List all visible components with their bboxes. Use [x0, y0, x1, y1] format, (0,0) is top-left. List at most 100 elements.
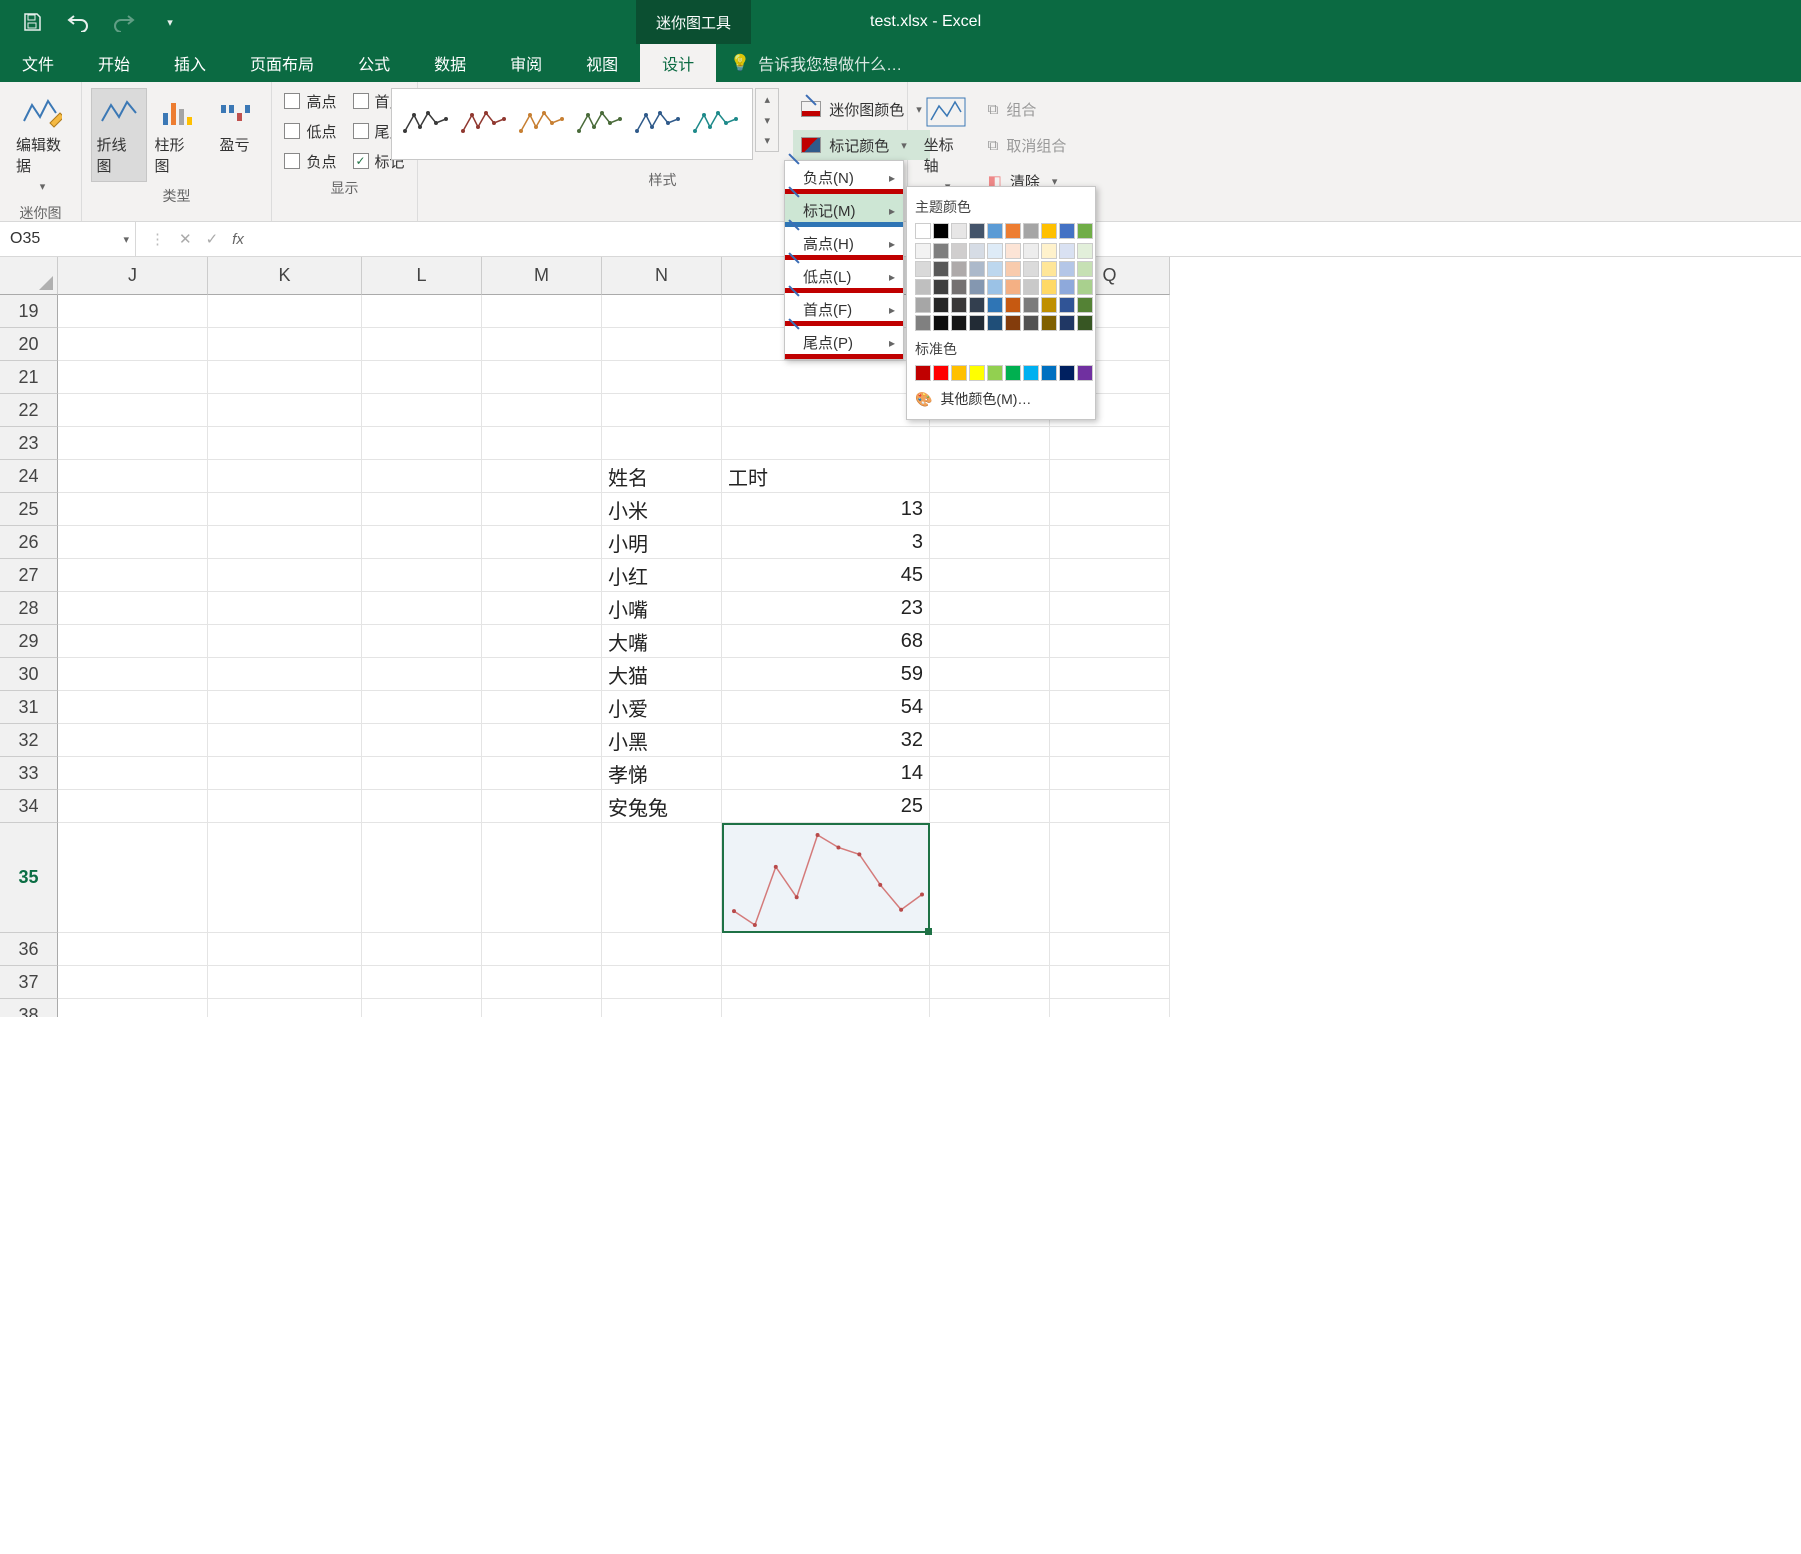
row-header[interactable]: 36 [0, 933, 58, 966]
color-swatch[interactable] [1005, 223, 1021, 239]
cell[interactable]: 姓名 [602, 460, 722, 493]
color-swatch[interactable] [1077, 279, 1093, 295]
tab-view[interactable]: 视图 [564, 44, 640, 82]
color-swatch[interactable] [915, 261, 931, 277]
column-header[interactable]: K [208, 257, 362, 295]
color-swatch[interactable] [933, 279, 949, 295]
tab-review[interactable]: 审阅 [488, 44, 564, 82]
color-swatch[interactable] [987, 243, 1003, 259]
cell[interactable]: 54 [722, 691, 930, 724]
color-swatch[interactable] [951, 315, 967, 331]
select-all-triangle[interactable] [0, 257, 58, 295]
row-header[interactable]: 26 [0, 526, 58, 559]
menu-item-lowpoint[interactable]: 低点(L)▸ [785, 260, 903, 293]
color-swatch[interactable] [1005, 279, 1021, 295]
tab-design[interactable]: 设计 [640, 44, 716, 82]
style-thumb-2[interactable] [460, 109, 510, 139]
color-swatch[interactable] [987, 365, 1003, 381]
more-colors-button[interactable]: 🎨 其他颜色(M)… [915, 389, 1087, 409]
color-swatch[interactable] [915, 315, 931, 331]
style-thumb-5[interactable] [634, 109, 684, 139]
style-thumb-1[interactable] [402, 109, 452, 139]
cell[interactable]: 小明 [602, 526, 722, 559]
tell-me-search[interactable]: 💡 告诉我您想做什么… [716, 44, 916, 82]
redo-button[interactable] [110, 8, 138, 36]
color-swatch[interactable] [987, 223, 1003, 239]
column-header[interactable]: M [482, 257, 602, 295]
color-swatch[interactable] [1077, 297, 1093, 313]
row-header[interactable]: 38 [0, 999, 58, 1017]
cell[interactable]: 大嘴 [602, 625, 722, 658]
color-swatch[interactable] [915, 297, 931, 313]
style-thumb-4[interactable] [576, 109, 626, 139]
color-swatch[interactable] [1059, 261, 1075, 277]
color-swatch[interactable] [1077, 223, 1093, 239]
style-thumb-3[interactable] [518, 109, 568, 139]
color-swatch[interactable] [1059, 223, 1075, 239]
cell[interactable]: 45 [722, 559, 930, 592]
color-swatch[interactable] [1041, 223, 1057, 239]
color-swatch[interactable] [1023, 315, 1039, 331]
row-header[interactable]: 29 [0, 625, 58, 658]
color-swatch[interactable] [933, 365, 949, 381]
row-header[interactable]: 22 [0, 394, 58, 427]
style-thumb-6[interactable] [692, 109, 742, 139]
color-swatch[interactable] [969, 365, 985, 381]
row-header[interactable]: 23 [0, 427, 58, 460]
checkbox-highpoint[interactable]: 高点 [284, 88, 336, 114]
color-swatch[interactable] [1005, 297, 1021, 313]
enter-icon[interactable]: ✓ [206, 230, 219, 248]
color-swatch[interactable] [1059, 315, 1075, 331]
tab-home[interactable]: 开始 [76, 44, 152, 82]
cell[interactable]: 14 [722, 757, 930, 790]
axis-button[interactable]: 坐标轴 ▾ [918, 88, 974, 202]
tab-insert[interactable]: 插入 [152, 44, 228, 82]
color-swatch[interactable] [1023, 261, 1039, 277]
cell[interactable]: 小红 [602, 559, 722, 592]
formula-dots-icon[interactable]: ⋮ [150, 230, 165, 248]
save-button[interactable] [18, 8, 46, 36]
menu-item-negative[interactable]: 负点(N)▸ [785, 161, 903, 194]
color-swatch[interactable] [969, 315, 985, 331]
color-swatch[interactable] [1005, 243, 1021, 259]
cell[interactable]: 小黑 [602, 724, 722, 757]
cell[interactable]: 小爱 [602, 691, 722, 724]
row-header[interactable]: 24 [0, 460, 58, 493]
cell[interactable]: 32 [722, 724, 930, 757]
spreadsheet-grid[interactable]: JKLMNOPQ 1920212223242526272829303132333… [0, 257, 1801, 1017]
fx-icon[interactable]: fx [232, 231, 244, 248]
tab-formulas[interactable]: 公式 [336, 44, 412, 82]
row-header[interactable]: 21 [0, 361, 58, 394]
cell[interactable]: 59 [722, 658, 930, 691]
color-swatch[interactable] [1059, 279, 1075, 295]
column-header[interactable]: J [58, 257, 208, 295]
color-swatch[interactable] [969, 279, 985, 295]
cell[interactable]: 安兔兔 [602, 790, 722, 823]
color-swatch[interactable] [1041, 279, 1057, 295]
tab-file[interactable]: 文件 [0, 44, 76, 82]
row-header[interactable]: 20 [0, 328, 58, 361]
color-swatch[interactable] [1077, 365, 1093, 381]
type-winloss-button[interactable]: 盈亏 [207, 88, 263, 182]
color-swatch[interactable] [951, 223, 967, 239]
color-swatch[interactable] [969, 223, 985, 239]
color-swatch[interactable] [987, 279, 1003, 295]
menu-item-markers[interactable]: 标记(M)▸ [785, 194, 903, 227]
row-header[interactable]: 31 [0, 691, 58, 724]
column-header[interactable]: N [602, 257, 722, 295]
group-button[interactable]: ⧉组合 [980, 94, 1075, 124]
edit-data-button[interactable]: 编辑数据 ▾ [10, 88, 71, 199]
cell[interactable]: 23 [722, 592, 930, 625]
type-column-button[interactable]: 柱形图 [149, 88, 205, 182]
row-header[interactable]: 25 [0, 493, 58, 526]
color-swatch[interactable] [951, 243, 967, 259]
cell[interactable]: 小米 [602, 493, 722, 526]
color-swatch[interactable] [915, 365, 931, 381]
color-swatch[interactable] [951, 365, 967, 381]
color-swatch[interactable] [915, 243, 931, 259]
row-header[interactable]: 19 [0, 295, 58, 328]
color-swatch[interactable] [1005, 365, 1021, 381]
type-line-button[interactable]: 折线图 [91, 88, 147, 182]
color-swatch[interactable] [1005, 261, 1021, 277]
color-swatch[interactable] [933, 297, 949, 313]
